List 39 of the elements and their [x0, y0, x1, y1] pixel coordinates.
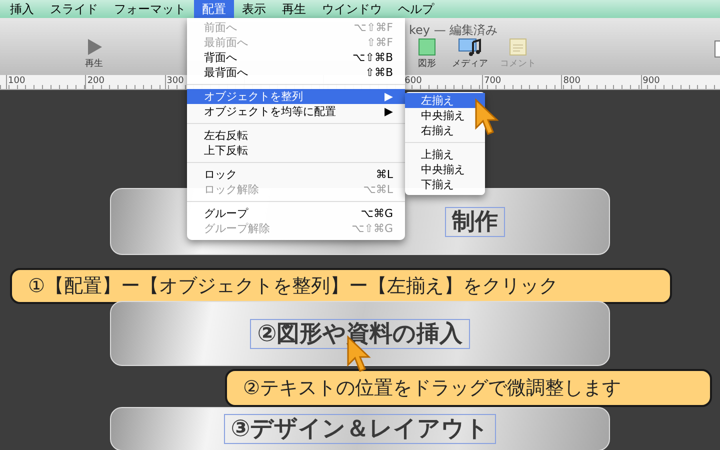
media-icon [458, 38, 482, 56]
slide-text: ③デザイン＆レイアウト [224, 414, 496, 444]
toolbar-button[interactable]: 図形 [418, 38, 436, 71]
menu-item[interactable]: オブジェクトを整列 ▶ [187, 89, 405, 104]
menu-bar-item[interactable]: ヘルプ [390, 0, 442, 18]
menu-bar-item[interactable]: フォーマット [106, 0, 194, 18]
pointer-icon [474, 98, 500, 138]
play-icon [85, 38, 103, 56]
square-icon [418, 38, 436, 56]
menu-item[interactable]: 背面へ ⌥⇧⌘B [187, 50, 405, 65]
menu-item[interactable]: グループ ⌥⌘G [187, 206, 405, 221]
window-title: key — 編集済み [409, 22, 498, 39]
menu-item[interactable]: ロック ⌘L [187, 167, 405, 182]
slide-text: 制作 [445, 206, 505, 236]
ruler-label: 700 [482, 75, 562, 89]
menu-bar-item[interactable]: スライド [42, 0, 106, 18]
menu-item[interactable]: 中央揃え [405, 162, 485, 177]
callout-banner: ②テキストの位置をドラッグで微調整します [225, 369, 712, 407]
menu-bar-item[interactable]: ウインドウ [314, 0, 390, 18]
ruler-label: 200 [85, 75, 165, 89]
toolbar-button[interactable]: メディア [452, 38, 488, 71]
menu-item[interactable]: オブジェクトを均等に配置 ▶ [187, 104, 405, 119]
ruler-label: 800 [561, 75, 641, 89]
toolbar-button[interactable]: 再生 [85, 38, 103, 71]
ruler-label: 100 [6, 75, 86, 89]
menu-item[interactable]: 右揃え [405, 123, 485, 138]
menu-bar-item[interactable]: 配置 [194, 0, 234, 18]
menu-bar-item[interactable]: 挿入 [2, 0, 42, 18]
toolbar-icon[interactable] [714, 40, 720, 60]
menu-bar-item[interactable]: 表示 [234, 0, 274, 18]
ruler-label: 900 [640, 75, 720, 89]
menu-item[interactable]: 左揃え [405, 93, 485, 108]
menu-item[interactable]: 上下反転 [187, 143, 405, 158]
menu-item[interactable]: 下揃え [405, 177, 485, 192]
note-icon [509, 38, 527, 56]
callout-banner: ①【配置】ー【オブジェクトを整列】ー【左揃え】をクリック [10, 268, 672, 304]
menu-item[interactable]: 左右反転 [187, 128, 405, 143]
menu-item[interactable]: 上揃え [405, 147, 485, 162]
menu-bar-item[interactable]: 再生 [274, 0, 314, 18]
